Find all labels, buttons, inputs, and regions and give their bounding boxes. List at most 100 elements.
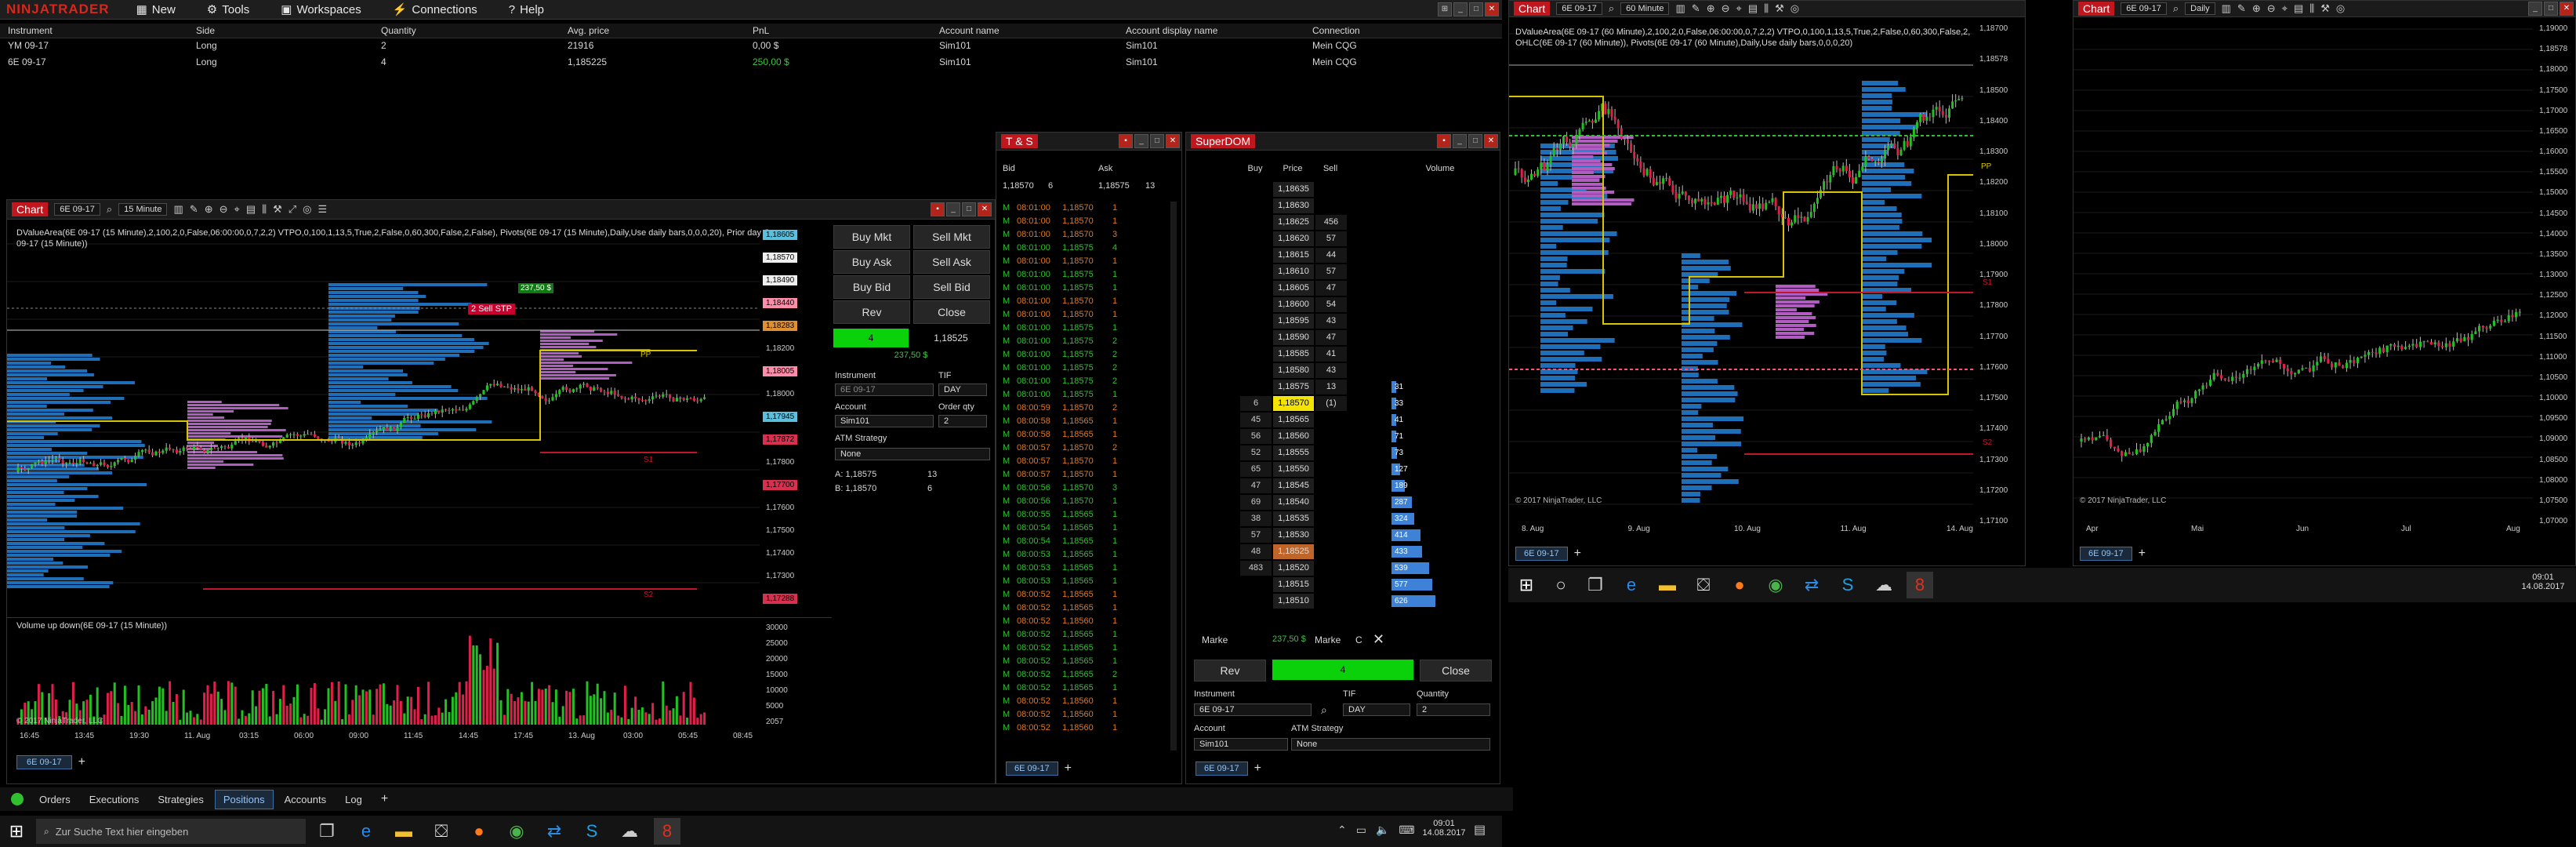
sell-ask-button[interactable]: Sell Ask [913,250,990,274]
indicators-icon[interactable]: ⫼ [262,203,267,216]
dom-row[interactable]: 1,18515 577 [1239,576,1498,593]
pencil-icon[interactable]: ✎ [1692,2,1700,15]
dom-cell[interactable]: 48 [1240,544,1272,559]
price-axis[interactable]: 1,18700 1,18578 1,18500 1,18400 1,18300 1,182… [1973,18,2025,526]
ts-row[interactable]: M 08:00:52 1,18565 1 [1003,655,1167,668]
network-icon[interactable]: ▭ [1356,823,1366,837]
list-icon[interactable]: ☰ [318,203,328,216]
add-tab-icon[interactable]: + [78,755,85,769]
dom-row[interactable]: 1,18590 47 [1239,329,1498,346]
interval-selector[interactable]: Daily [2185,2,2215,15]
drawing-tools-icon[interactable]: ⤢ [288,203,296,216]
target-icon[interactable]: ◎ [2336,2,2345,15]
target-icon[interactable]: ◎ [1791,2,1799,15]
properties-icon[interactable]: ▤ [1748,2,1758,15]
minimize-button[interactable]: _ [2528,2,2542,16]
minimize-button[interactable]: _ [1134,134,1148,148]
bars-icon[interactable]: ▥ [2222,2,2231,15]
ts-row[interactable]: M 08:00:56 1,18570 3 [1003,482,1167,495]
order-tag[interactable]: 2 Sell STP [468,304,515,314]
skype-icon[interactable]: S [1834,572,1861,598]
firefox-icon[interactable]: ● [466,818,492,845]
sell-bid-button[interactable]: Sell Bid [913,275,990,299]
search-icon[interactable]: ⌕ [2173,2,2179,15]
dom-cell[interactable]: 1,18515 [1273,577,1314,592]
ts-row[interactable]: M 08:00:56 1,18570 1 [1003,495,1167,508]
tab-accounts[interactable]: Accounts [277,791,334,809]
search-icon[interactable]: ⌕ [107,203,112,216]
chevron-up-icon[interactable]: ⌃ [1337,823,1347,837]
notifications-icon[interactable]: ▤ [1474,822,1486,838]
add-tab-icon[interactable]: + [1574,547,1581,561]
dom-cell[interactable]: 1,18580 [1273,363,1314,378]
dom-account-select[interactable]: Sim101 [1194,738,1288,751]
dom-cell[interactable]: 65 [1240,462,1272,477]
market-right-label[interactable]: Marke [1315,634,1341,645]
dom-row[interactable]: 47 1,18545 189 [1239,478,1498,494]
chart-tab[interactable]: 6E 09-17 [1515,547,1568,561]
maximize-button[interactable]: □ [1468,134,1482,148]
menu-new[interactable]: ▦ New [121,2,191,17]
dom-cell[interactable]: 1,18555 [1273,445,1314,460]
dom-row[interactable]: 1,18600 54 [1239,296,1498,313]
windows-start-icon[interactable]: ⊞ [1513,572,1540,598]
chart-tab[interactable]: 6E 09-17 [2080,547,2132,561]
crosshair-icon[interactable]: ⌖ [234,203,240,216]
ts-row[interactable]: M 08:00:52 1,18560 1 [1003,722,1167,735]
dom-cell[interactable]: 1,18615 [1273,248,1314,263]
close-button[interactable]: ✕ [1484,134,1498,148]
col-quantity[interactable]: Quantity [373,24,560,38]
dom-row[interactable]: 1,18605 47 [1239,280,1498,296]
dom-row[interactable]: 6 1,18570 (1) 33 [1239,395,1498,412]
dom-cell[interactable]: 1,18630 [1273,198,1314,213]
pin-icon[interactable]: ▪ [1437,134,1451,148]
dom-row[interactable]: 69 1,18540 287 [1239,494,1498,511]
ts-row[interactable]: M 08:01:00 1,18575 1 [1003,268,1167,282]
buy-market-button[interactable]: Buy Mkt [833,225,910,249]
time-axis[interactable]: Apr Mai Jun Jul Aug [2073,522,2533,537]
task-view-icon[interactable]: ❐ [1582,572,1609,598]
dom-atm-select[interactable]: None [1291,738,1490,751]
col-avg-price[interactable]: Avg. price [560,24,745,38]
table-row[interactable]: 6E 09-17 Long 4 1,185225 250,00 $ Sim101… [0,55,1502,71]
target-icon[interactable]: ◎ [303,203,311,216]
dom-reverse-button[interactable]: Rev [1194,660,1266,682]
tab-executions[interactable]: Executions [82,791,147,809]
col-pnl[interactable]: PnL [745,24,931,38]
pin-icon[interactable]: ▪ [1119,134,1133,148]
dom-instrument-select[interactable]: 6E 09-17 [1194,703,1312,716]
dom-cell[interactable]: 43 [1315,363,1347,378]
ts-row[interactable]: M 08:01:00 1,18570 1 [1003,215,1167,228]
instrument-selector[interactable]: 6E 09-17 [1556,2,1602,15]
ts-row[interactable]: M 08:00:53 1,18565 1 [1003,575,1167,588]
dom-cell[interactable]: 56 [1240,429,1272,444]
close-button[interactable]: ✕ [2560,2,2574,16]
bars-icon[interactable]: ▥ [1675,2,1685,15]
indicators-icon[interactable]: ⫼ [2309,2,2314,15]
pencil-icon[interactable]: ✎ [190,203,198,216]
edge-icon[interactable]: e [1618,572,1645,598]
dom-cell[interactable]: 41 [1315,347,1347,362]
pin-icon[interactable]: ⊞ [1438,2,1452,16]
dom-cell[interactable]: 1,18530 [1273,528,1314,543]
dom-cell[interactable]: 45 [1240,413,1272,427]
ts-row[interactable]: M 08:00:52 1,18565 1 [1003,602,1167,615]
dom-quantity-input[interactable]: 2 [1417,703,1490,716]
strategies-icon[interactable]: ⚒ [273,203,282,216]
tab-positions[interactable]: Positions [214,789,274,809]
instrument-selector[interactable]: 6E 09-17 [2121,2,2167,15]
volume-icon[interactable]: 🔈 [1376,823,1389,837]
menu-tools[interactable]: ⚙ Tools [191,2,265,17]
add-tab-icon[interactable]: + [373,789,396,809]
zoom-out-icon[interactable]: ⊖ [220,203,228,216]
ninjatrader-taskbar-icon[interactable]: 8 [654,818,680,845]
dom-cell[interactable]: 1,18585 [1273,347,1314,362]
volume-panel[interactable]: Volume up down(6E 09-17 (15 Minute)) © 2… [7,617,832,728]
properties-icon[interactable]: ▤ [246,203,256,216]
dom-cell[interactable]: 483 [1240,561,1272,576]
dom-cell[interactable]: 1,18590 [1273,330,1314,345]
instrument-select[interactable]: 6E 09-17 [835,384,934,396]
dom-cell[interactable]: (1) [1315,396,1347,411]
dom-row[interactable]: 1,18575 13 31 [1239,379,1498,395]
col-account-name[interactable]: Account name [931,24,1118,38]
